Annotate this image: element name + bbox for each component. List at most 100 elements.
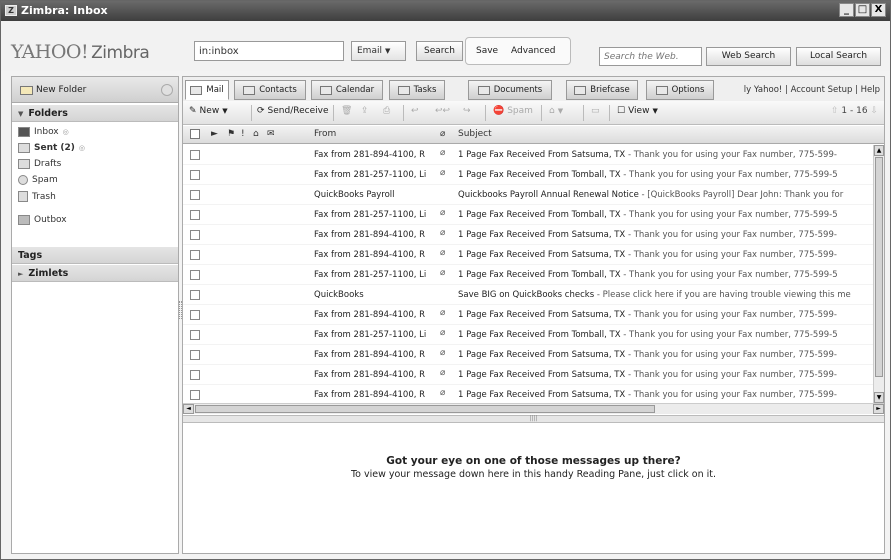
message-row[interactable]: Fax from 281-894-4100, R ⌀ 1 Page Fax Rece… <box>183 245 873 265</box>
horizontal-scrollbar[interactable]: ◄ ► <box>183 403 884 414</box>
message-checkbox[interactable] <box>190 290 200 300</box>
message-row[interactable]: Fax from 281-894-4100, R ⌀ 1 Page Fax Rece… <box>183 305 873 325</box>
web-search-button[interactable]: Web Search <box>706 47 791 66</box>
priority-column-icon[interactable]: ! <box>241 129 245 139</box>
page-down-icon[interactable]: ⇩ <box>870 106 878 116</box>
tab-documents[interactable]: Documents <box>468 80 552 100</box>
tag-icon[interactable]: ⌂ ▼ <box>549 106 563 116</box>
move-icon[interactable]: ⇪ <box>361 106 369 116</box>
scroll-thumb[interactable] <box>875 157 883 377</box>
folder-spam[interactable]: Spam <box>18 175 58 185</box>
message-checkbox[interactable] <box>190 370 200 380</box>
message-checkbox[interactable] <box>190 390 200 400</box>
tab-mail[interactable]: Mail <box>185 80 229 100</box>
scroll-down-icon[interactable]: ▼ <box>874 392 884 403</box>
message-row[interactable]: Fax from 281-257-1100, Li ⌀ 1 Page Fax Rec… <box>183 205 873 225</box>
zimlets-header[interactable]: ► Zimlets <box>12 265 178 282</box>
subject-text: 1 Page Fax Received From Satsuma, TX <box>458 250 626 260</box>
message-subject: Quickbooks Payroll Annual Renewal Notice… <box>458 190 873 200</box>
reading-pane-splitter[interactable]: |||| <box>183 415 884 423</box>
message-row[interactable]: Fax from 281-257-1100, Li ⌀ 1 Page Fax Rec… <box>183 265 873 285</box>
message-list-scrollbar[interactable]: ▲ ▼ <box>873 145 884 403</box>
search-input[interactable] <box>194 41 344 61</box>
message-row[interactable]: Fax from 281-894-4100, R ⌀ 1 Page Fax Rece… <box>183 145 873 165</box>
flag-column-icon[interactable]: ⚑ <box>227 129 235 139</box>
reply-all-icon[interactable]: ↩↩ <box>435 106 450 116</box>
tags-header[interactable]: Tags <box>12 247 178 264</box>
print-icon[interactable]: ⎙ <box>383 106 390 116</box>
folder-drafts[interactable]: Drafts <box>18 159 61 169</box>
maximize-button[interactable]: □ <box>855 3 870 17</box>
close-button[interactable]: X <box>871 3 886 17</box>
tab-calendar[interactable]: Calendar <box>311 80 383 100</box>
message-row[interactable]: Fax from 281-894-4100, R ⌀ 1 Page Fax Rece… <box>183 385 873 403</box>
message-checkbox[interactable] <box>190 350 200 360</box>
message-checkbox[interactable] <box>190 190 200 200</box>
attachment-column-icon[interactable]: ⌀ <box>440 129 445 139</box>
tab-briefcase[interactable]: Briefcase <box>566 80 638 100</box>
message-row[interactable]: Fax from 281-257-1100, Li ⌀ 1 Page Fax Rec… <box>183 165 873 185</box>
select-all-checkbox[interactable] <box>190 129 200 139</box>
yahoo-zimbra-logo[interactable]: YAHOO! Zimbra <box>11 41 150 63</box>
tab-options[interactable]: Options <box>646 80 714 100</box>
status-circle-icon[interactable] <box>161 84 173 96</box>
advanced-search-link[interactable]: Advanced <box>511 46 555 56</box>
folder-trash[interactable]: Trash <box>18 191 56 202</box>
message-checkbox[interactable] <box>190 250 200 260</box>
message-checkbox[interactable] <box>190 310 200 320</box>
save-search-link[interactable]: Save <box>476 46 498 56</box>
tab-label: Briefcase <box>590 85 630 95</box>
mail-icon <box>190 85 203 95</box>
folder-sent[interactable]: Sent (2) ◎ <box>18 143 85 153</box>
spam-button[interactable]: ⛔ Spam <box>493 106 533 116</box>
scroll-left-icon[interactable]: ◄ <box>183 404 194 414</box>
folders-header[interactable]: ▼ Folders <box>12 105 178 122</box>
scroll-right-icon[interactable]: ► <box>873 404 884 414</box>
view-button[interactable]: ☐ View ▼ <box>617 106 658 116</box>
subject-text: 1 Page Fax Received From Satsuma, TX <box>458 390 626 400</box>
message-checkbox[interactable] <box>190 210 200 220</box>
folder-inbox[interactable]: Inbox ◎ <box>18 127 69 137</box>
message-row[interactable]: Fax from 281-894-4100, R ⌀ 1 Page Fax Rece… <box>183 345 873 365</box>
reply-icon[interactable]: ↩ <box>411 106 419 116</box>
message-row[interactable]: Fax from 281-894-4100, R ⌀ 1 Page Fax Rece… <box>183 365 873 385</box>
message-row[interactable]: Fax from 281-894-4100, R ⌀ 1 Page Fax Rece… <box>183 225 873 245</box>
message-row[interactable]: Fax from 281-257-1100, Li ⌀ 1 Page Fax Rec… <box>183 325 873 345</box>
reading-pane: Got your eye on one of those messages up… <box>183 455 884 480</box>
send-receive-button[interactable]: ⟳ Send/Receive <box>257 106 328 116</box>
new-folder-button[interactable]: New Folder <box>16 81 90 99</box>
scroll-up-icon[interactable]: ▲ <box>874 145 884 156</box>
new-button[interactable]: ✎ New ▼ <box>189 106 228 116</box>
web-search-input[interactable] <box>599 47 702 66</box>
subject-fragment: - Thank you for using your Fax number, 7… <box>625 150 837 160</box>
status-column-icon[interactable]: ✉ <box>267 129 275 139</box>
subject-column-header[interactable]: Subject <box>458 129 492 139</box>
message-row[interactable]: QuickBooks Payroll Quickbooks Payroll Ann… <box>183 185 873 205</box>
account-links[interactable]: ly Yahoo! | Account Setup | Help <box>744 85 880 95</box>
tag-column-icon[interactable]: ⌂ <box>253 129 259 139</box>
message-checkbox[interactable] <box>190 270 200 280</box>
folder-label: Trash <box>32 191 56 202</box>
tab-tasks[interactable]: Tasks <box>389 80 445 100</box>
page-up-icon[interactable]: ⇧ <box>831 106 839 116</box>
message-checkbox[interactable] <box>190 230 200 240</box>
tab-contacts[interactable]: Contacts <box>234 80 306 100</box>
search-button[interactable]: Search <box>416 41 463 61</box>
horizontal-scroll-thumb[interactable] <box>195 405 655 413</box>
from-column-header[interactable]: From <box>314 129 336 139</box>
forward-icon[interactable]: ↪ <box>463 106 471 116</box>
title-bar[interactable]: Z Zimbra: Inbox _ □ X <box>1 1 890 21</box>
message-row[interactable]: QuickBooks Save BIG on QuickBooks checks … <box>183 285 873 305</box>
message-checkbox[interactable] <box>190 150 200 160</box>
delete-icon[interactable]: 🗑 <box>341 106 352 116</box>
folder-outbox[interactable]: Outbox <box>18 215 67 225</box>
search-type-dropdown[interactable]: Email ▼ <box>351 41 406 61</box>
message-checkbox[interactable] <box>190 330 200 340</box>
detach-icon[interactable]: ▭ <box>591 106 600 116</box>
local-search-button[interactable]: Local Search <box>796 47 881 66</box>
expand-column-icon[interactable]: ► <box>211 129 218 139</box>
message-subject: 1 Page Fax Received From Tomball, TX - T… <box>458 330 873 340</box>
minimize-button[interactable]: _ <box>839 3 854 17</box>
message-checkbox[interactable] <box>190 170 200 180</box>
message-from: Fax from 281-894-4100, R <box>314 250 426 260</box>
